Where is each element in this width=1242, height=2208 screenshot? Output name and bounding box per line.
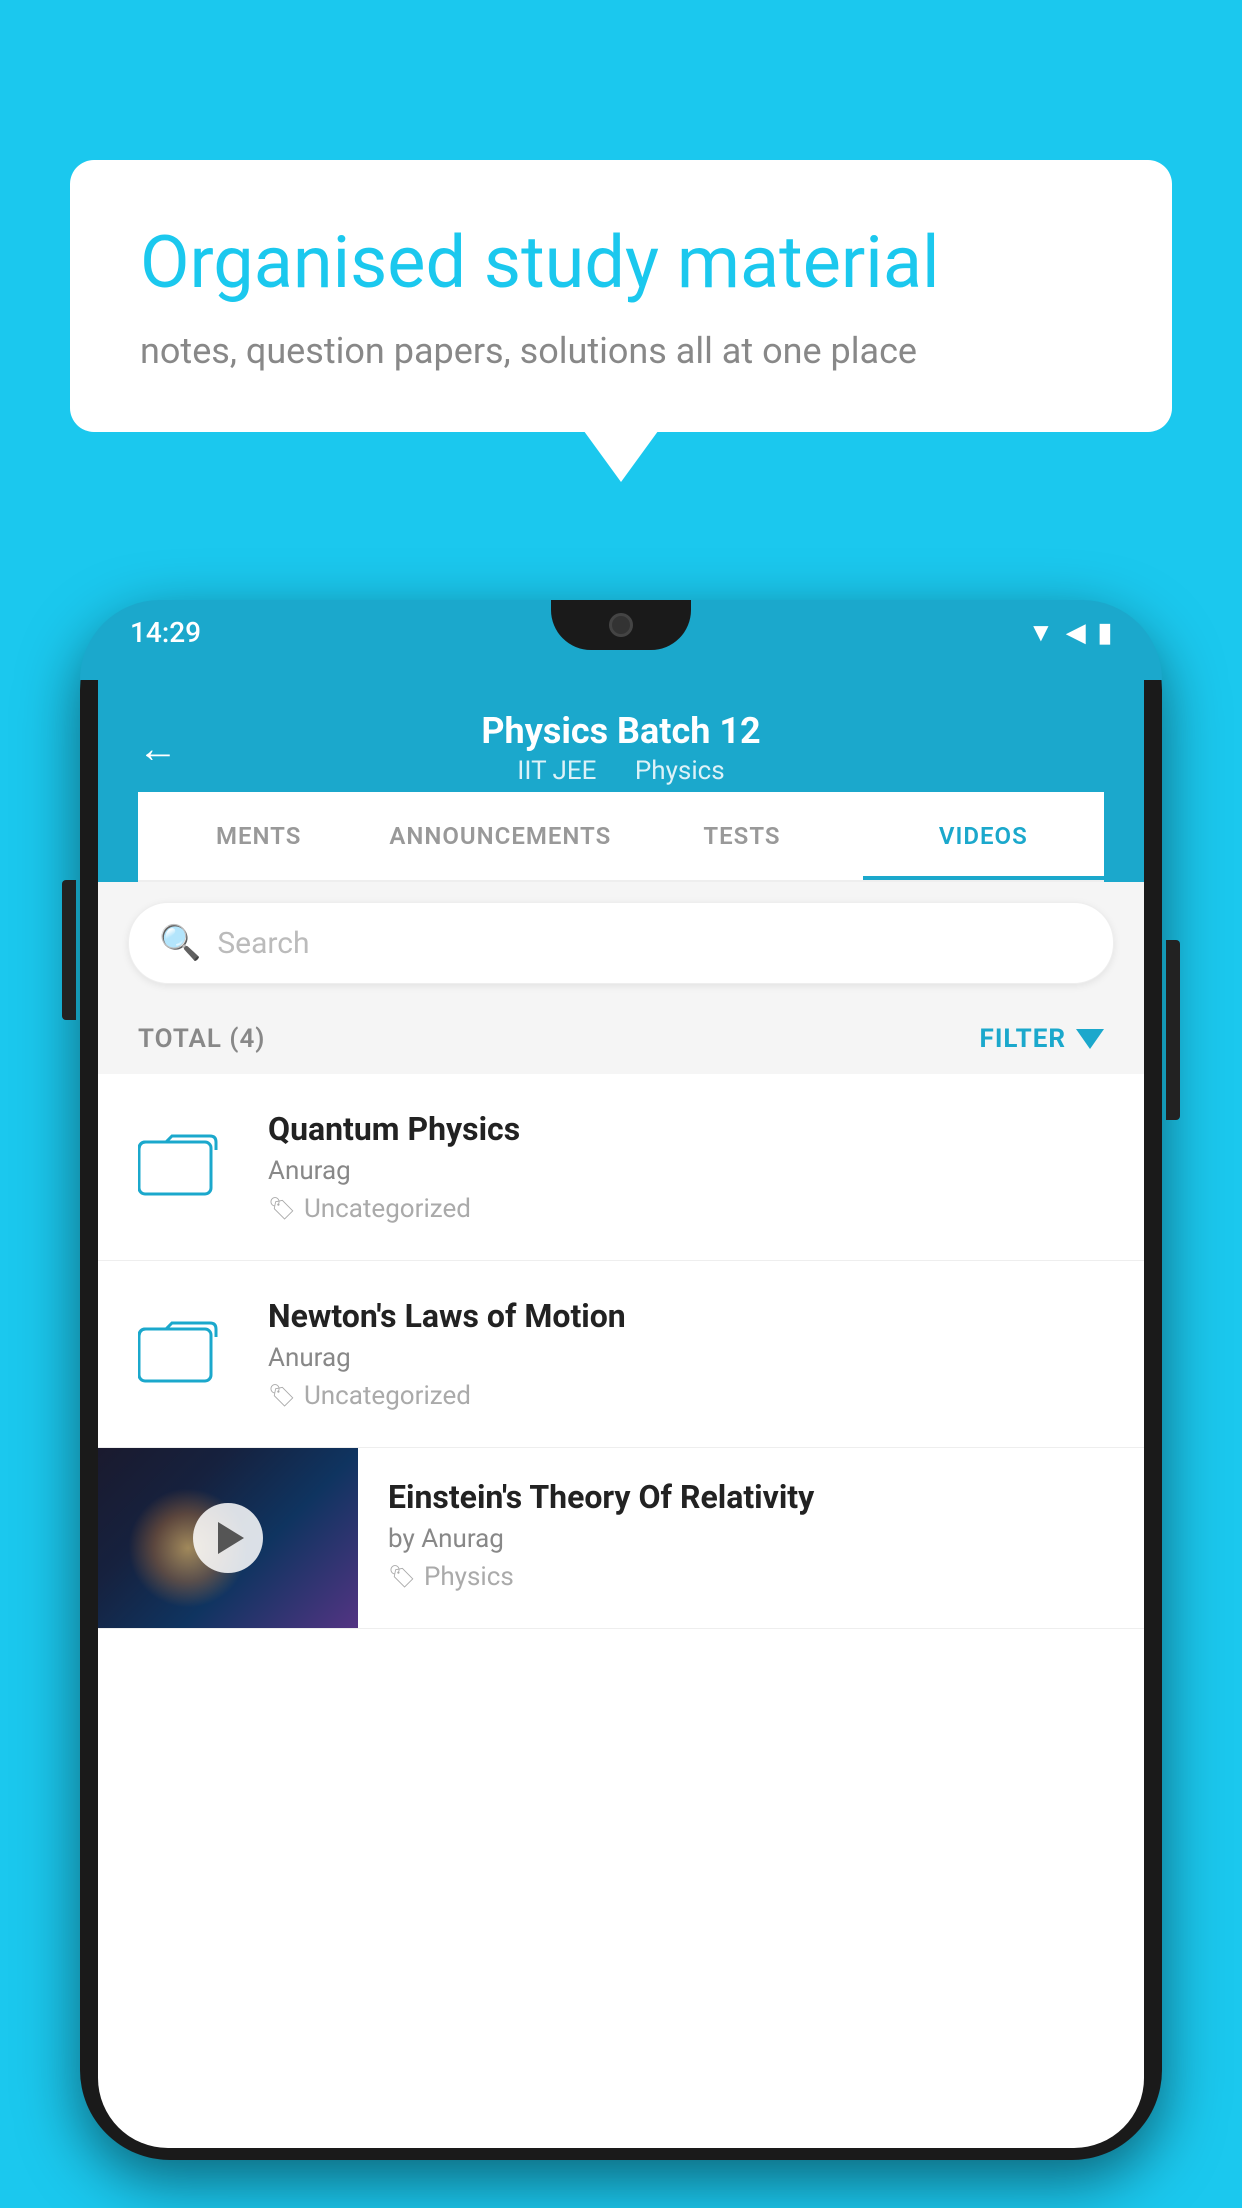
tab-announcements[interactable]: ANNOUNCEMENTS [379, 792, 621, 880]
tab-ments-label: MENTS [216, 822, 301, 850]
tab-ments[interactable]: MENTS [138, 792, 379, 880]
einstein-tag: 🏷 Physics [388, 1562, 1114, 1592]
search-placeholder: Search [217, 926, 309, 961]
total-label: TOTAL (4) [138, 1024, 265, 1054]
back-button[interactable]: ← [138, 725, 178, 772]
status-icons: ▼ ◀ ▮ [1028, 617, 1112, 648]
speech-bubble: Organised study material notes, question… [70, 160, 1172, 432]
folder-icon-newton [138, 1317, 238, 1391]
filter-button[interactable]: FILTER [980, 1024, 1104, 1054]
search-icon: 🔍 [159, 923, 201, 963]
list-item[interactable]: Quantum Physics Anurag 🏷 Uncategorized [98, 1074, 1144, 1261]
status-time: 14:29 [130, 616, 201, 649]
speech-bubble-subtitle: notes, question papers, solutions all at… [140, 330, 1102, 372]
video-title-newton: Newton's Laws of Motion [268, 1297, 1104, 1335]
tag-text-newton: Uncategorized [304, 1381, 471, 1411]
header-title-sub: IIT JEE Physics [481, 756, 760, 786]
search-container: 🔍 Search [98, 882, 1144, 1004]
video-info-quantum: Quantum Physics Anurag 🏷 Uncategorized [268, 1110, 1104, 1224]
tag-icon-einstein: 🏷 [388, 1565, 416, 1590]
list-item[interactable]: Einstein's Theory Of Relativity by Anura… [98, 1448, 1144, 1629]
einstein-thumbnail [98, 1448, 358, 1628]
status-bar: 14:29 ▼ ◀ ▮ [80, 616, 1162, 649]
app-header: ← Physics Batch 12 IIT JEE Physics MENTS [98, 680, 1144, 882]
tab-announcements-label: ANNOUNCEMENTS [389, 822, 611, 850]
battery-icon: ▮ [1098, 618, 1112, 648]
speech-bubble-container: Organised study material notes, question… [70, 160, 1172, 432]
tag-text-quantum: Uncategorized [304, 1194, 471, 1224]
einstein-title: Einstein's Theory Of Relativity [388, 1478, 1114, 1516]
filter-row: TOTAL (4) FILTER [98, 1004, 1144, 1074]
speech-bubble-title: Organised study material [140, 220, 1102, 306]
video-info-newton: Newton's Laws of Motion Anurag 🏷 Uncateg… [268, 1297, 1104, 1411]
tabs-bar: MENTS ANNOUNCEMENTS TESTS VIDEOS [138, 792, 1104, 882]
video-tag-quantum: 🏷 Uncategorized [268, 1194, 1104, 1224]
tag-text-einstein: Physics [424, 1562, 514, 1592]
tab-tests[interactable]: TESTS [621, 792, 862, 880]
phone-screen: ← Physics Batch 12 IIT JEE Physics MENTS [98, 680, 1144, 2148]
folder-icon-quantum [138, 1130, 238, 1204]
phone-wrapper: 14:29 ▼ ◀ ▮ ← Physics Batch 12 [80, 600, 1162, 2208]
video-title-quantum: Quantum Physics [268, 1110, 1104, 1148]
einstein-info: Einstein's Theory Of Relativity by Anura… [358, 1448, 1144, 1622]
header-subtitle-part1: IIT JEE [517, 756, 596, 786]
video-author-newton: Anurag [268, 1343, 1104, 1373]
video-tag-newton: 🏷 Uncategorized [268, 1381, 1104, 1411]
tab-videos-label: VIDEOS [939, 822, 1028, 850]
app-header-top: ← Physics Batch 12 IIT JEE Physics [138, 700, 1104, 792]
signal-icon: ◀ [1066, 618, 1086, 648]
phone-notch-area: 14:29 ▼ ◀ ▮ [80, 600, 1162, 680]
header-title-main: Physics Batch 12 [481, 710, 760, 752]
wifi-icon: ▼ [1028, 617, 1054, 648]
filter-label: FILTER [980, 1024, 1066, 1054]
play-button[interactable] [193, 1503, 263, 1573]
video-author-quantum: Anurag [268, 1156, 1104, 1186]
header-title: Physics Batch 12 IIT JEE Physics [481, 710, 760, 786]
list-item[interactable]: Newton's Laws of Motion Anurag 🏷 Uncateg… [98, 1261, 1144, 1448]
video-list: Quantum Physics Anurag 🏷 Uncategorized [98, 1074, 1144, 1629]
tag-icon-newton: 🏷 [268, 1384, 296, 1409]
search-box[interactable]: 🔍 Search [128, 902, 1114, 984]
tab-tests-label: TESTS [703, 822, 780, 850]
tag-icon-quantum: 🏷 [268, 1197, 296, 1222]
play-triangle-icon [218, 1522, 244, 1554]
phone-outer: 14:29 ▼ ◀ ▮ ← Physics Batch 12 [80, 600, 1162, 2160]
einstein-author: by Anurag [388, 1524, 1114, 1554]
filter-icon [1076, 1029, 1104, 1049]
header-subtitle-part2: Physics [635, 756, 725, 786]
tab-videos[interactable]: VIDEOS [863, 792, 1104, 880]
